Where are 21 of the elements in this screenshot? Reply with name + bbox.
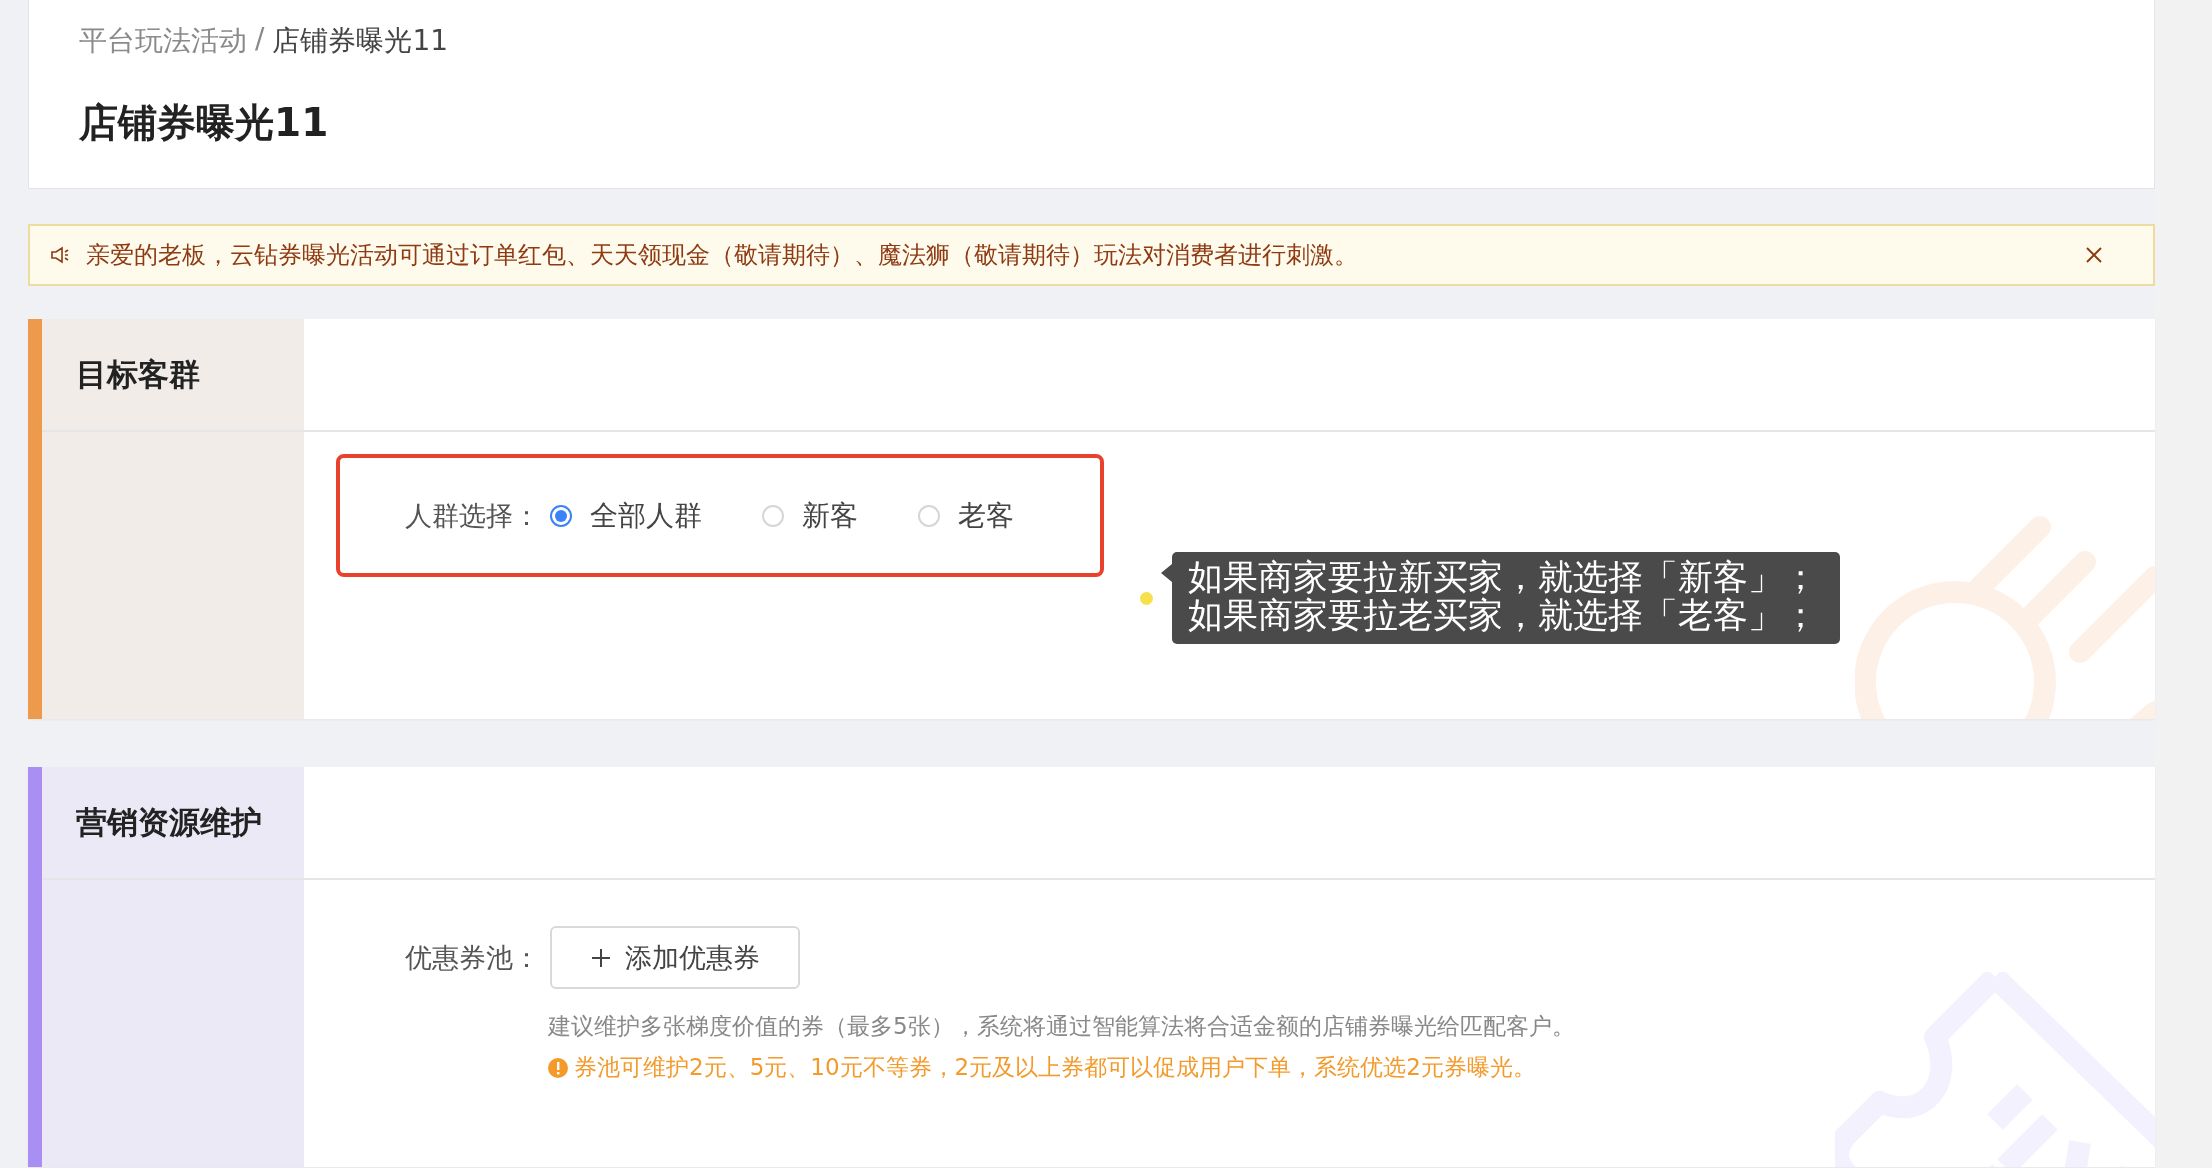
close-icon[interactable] xyxy=(2085,246,2103,264)
warning-icon xyxy=(548,1057,568,1078)
radio-option[interactable]: 新客 xyxy=(762,496,858,535)
add-coupon-button[interactable]: 添加优惠券 xyxy=(550,926,800,989)
speaker-icon xyxy=(50,245,70,265)
radio-button[interactable] xyxy=(550,504,572,527)
radio-option[interactable]: 全部人群 xyxy=(550,496,702,535)
hint-text: 建议维护多张梯度价值的券（最多5张），系统将通过智能算法将合适金额的店铺券曝光给匹配客户。 xyxy=(548,1012,1575,1041)
radio-option[interactable]: 老客 xyxy=(918,496,1014,535)
field-label: 优惠券池： xyxy=(405,940,540,975)
notice-text: 亲爱的老板，云钻券曝光活动可通过订单红包、天天领现金（敬请期待）、魔法狮（敬请期待）玩法对消费者进行刺激。 xyxy=(86,240,1359,271)
section-title: 营销资源维护 xyxy=(76,802,262,842)
tooltip: 如果商家要拉新买家，就选择「新客」； 如果商家要拉老买家，就选择「老客」； xyxy=(1172,552,1840,644)
field-label: 人群选择： xyxy=(405,498,540,533)
warning-text: 券池可维护2元、5元、10元不等券，2元及以上券都可以促成用户下单，系统优选2元券曝光。 xyxy=(574,1053,1536,1082)
page-title: 店铺券曝光11 xyxy=(79,99,330,147)
breadcrumb-item: 店铺券曝光11 xyxy=(272,23,449,59)
section-title: 目标客群 xyxy=(76,354,200,394)
hint-dot xyxy=(1140,591,1153,605)
plus-icon xyxy=(590,947,611,968)
breadcrumb-separator: / xyxy=(255,22,265,57)
